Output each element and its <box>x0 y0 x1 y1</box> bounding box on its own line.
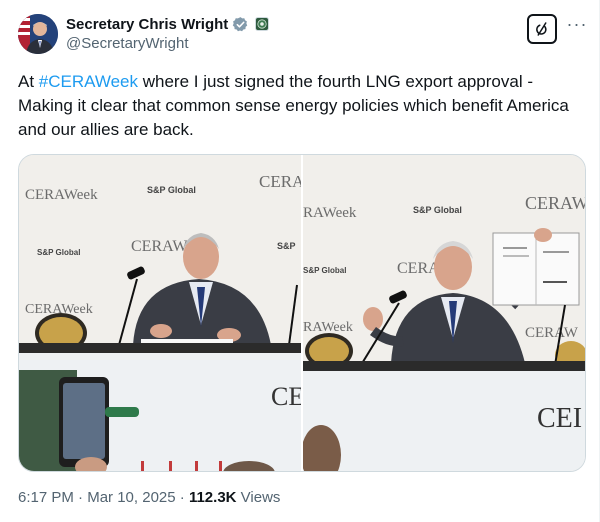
svg-text:CERAW: CERAW <box>131 238 188 255</box>
svg-text:CERAW: CERAW <box>525 193 585 213</box>
backdrop-ceraweek-1: CERAWeek <box>25 187 98 203</box>
photo-signing-image: CERAWeek S&P Global CERA S&P Global CERA… <box>19 155 301 471</box>
photo-holding-document[interactable]: RAWeek S&P Global CERAW S&P Global CERA … <box>303 155 585 471</box>
more-options-button[interactable]: ··· <box>566 15 588 38</box>
backdrop-sp-1: S&P Global <box>147 185 196 195</box>
grok-icon <box>536 22 547 36</box>
more-options-icon: ··· <box>566 14 588 34</box>
svg-text:CERAW: CERAW <box>525 325 579 341</box>
tweet-text-before: At <box>18 72 39 91</box>
grok-button[interactable] <box>527 14 557 44</box>
avatar[interactable] <box>18 14 58 54</box>
tweet-date[interactable]: Mar 10, 2025 <box>87 489 175 506</box>
media-grid: CERAWeek S&P Global CERA S&P Global CERA… <box>18 154 586 472</box>
verified-badge-icon[interactable] <box>232 16 249 33</box>
views-count[interactable]: 112.3K <box>189 489 237 506</box>
svg-text:S&P: S&P <box>277 241 296 251</box>
tweet-meta: 6:17 PM · Mar 10, 2025 · 112.3K Views <box>18 489 280 506</box>
table-sign-text-1: CE <box>271 382 301 411</box>
author-header: Secretary Chris Wright @SecretaryWright <box>66 14 270 52</box>
avatar-photo <box>18 14 58 54</box>
tweet-text: At #CERAWeek where I just signed the fou… <box>18 70 578 142</box>
svg-text:CERA: CERA <box>397 260 440 277</box>
svg-text:S&P Global: S&P Global <box>303 266 346 275</box>
author-name[interactable]: Secretary Chris Wright <box>66 16 228 33</box>
backdrop-sp-2: S&P Global <box>413 205 462 215</box>
photo-holding-document-image: RAWeek S&P Global CERAW S&P Global CERA … <box>303 155 585 471</box>
views-label: Views <box>236 489 281 506</box>
department-seal-icon[interactable] <box>255 17 270 31</box>
hashtag-link[interactable]: #CERAWeek <box>39 72 138 91</box>
meta-separator-2: · <box>175 489 189 506</box>
svg-text:S&P Global: S&P Global <box>37 248 80 257</box>
name-row: Secretary Chris Wright <box>66 14 270 34</box>
photo-signing[interactable]: CERAWeek S&P Global CERA S&P Global CERA… <box>19 155 301 471</box>
svg-text:RAWeek: RAWeek <box>303 205 357 221</box>
svg-text:RAWeek: RAWeek <box>303 320 353 335</box>
tweet-card: Secretary Chris Wright @SecretaryWright <box>0 0 600 522</box>
author-handle[interactable]: @SecretaryWright <box>66 35 269 52</box>
meta-separator: · <box>73 489 88 506</box>
svg-text:CERA: CERA <box>259 172 301 191</box>
svg-text:CEI: CEI <box>537 403 582 434</box>
tweet-time[interactable]: 6:17 PM <box>18 489 74 506</box>
